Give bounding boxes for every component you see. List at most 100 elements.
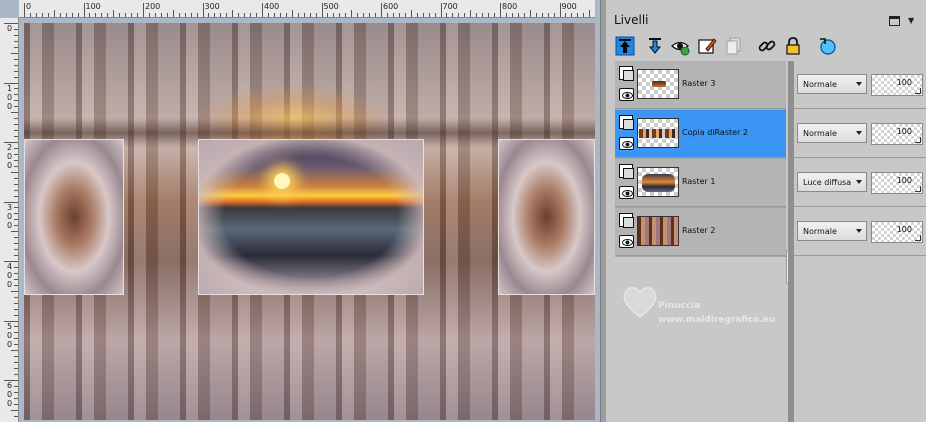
ruler-minor-tick bbox=[89, 13, 91, 17]
refresh-icon[interactable] bbox=[817, 36, 837, 56]
ruler-label: 0 bbox=[7, 280, 13, 289]
panel-titlebar: Livelli ▼ bbox=[606, 10, 926, 32]
ruler-minor-tick bbox=[285, 13, 287, 17]
ruler-minor-tick bbox=[113, 10, 115, 17]
layer-group-icon[interactable] bbox=[619, 115, 634, 130]
eye-icon[interactable] bbox=[619, 137, 634, 150]
ruler-label: 5 bbox=[7, 321, 13, 331]
image-canvas[interactable] bbox=[24, 23, 595, 420]
ruler-label: 3 bbox=[7, 202, 13, 212]
ruler-label: 2 bbox=[7, 143, 13, 152]
eye-icon[interactable] bbox=[619, 186, 634, 199]
ruler-minor-tick bbox=[565, 13, 567, 17]
ruler-minor-tick bbox=[529, 10, 531, 17]
ruler-minor-tick bbox=[256, 13, 258, 17]
ruler-minor-tick bbox=[14, 189, 18, 191]
opacity-field[interactable]: 100 bbox=[871, 123, 923, 145]
ruler-minor-tick bbox=[410, 10, 412, 17]
ruler-minor-tick bbox=[95, 13, 97, 17]
ruler-minor-tick bbox=[14, 385, 18, 387]
ruler-minor-tick bbox=[14, 249, 18, 251]
blend-mode-value: Normale bbox=[803, 227, 837, 236]
layers-panel: Livelli ▼ Raster 3 Copia diRaster 2 Rast… bbox=[606, 0, 926, 422]
layer-group-icon[interactable] bbox=[619, 66, 634, 81]
ruler-minor-tick bbox=[35, 13, 37, 17]
ruler-minor-tick bbox=[327, 13, 329, 17]
opacity-value: 100 bbox=[896, 225, 912, 234]
ruler-minor-tick bbox=[297, 13, 299, 17]
ruler-minor-tick bbox=[11, 290, 18, 292]
copy-layer-icon[interactable] bbox=[724, 36, 744, 56]
blend-mode-select[interactable]: Luce diffusa bbox=[797, 172, 867, 192]
ruler-minor-tick bbox=[53, 10, 55, 17]
ruler-minor-tick bbox=[494, 13, 496, 17]
ruler-minor-tick bbox=[14, 28, 18, 30]
ruler-minor-tick bbox=[14, 46, 18, 48]
ruler-minor-tick bbox=[11, 409, 18, 411]
ruler-minor-tick bbox=[422, 13, 424, 17]
layer-group-icon[interactable] bbox=[619, 213, 634, 228]
eye-icon[interactable] bbox=[619, 235, 634, 248]
ruler-minor-tick bbox=[476, 13, 478, 17]
lock-icon[interactable] bbox=[783, 36, 803, 56]
blend-mode-select[interactable]: Normale bbox=[797, 123, 867, 143]
restore-button[interactable] bbox=[889, 16, 900, 26]
ruler-minor-tick bbox=[511, 13, 513, 17]
ruler-minor-tick bbox=[345, 13, 347, 17]
ruler-minor-tick bbox=[14, 207, 18, 209]
ruler-minor-tick bbox=[232, 10, 234, 17]
ruler-minor-tick bbox=[160, 13, 162, 17]
layer-properties-column: Normale 100 Normale 100 Luce diffusa 100… bbox=[794, 61, 926, 257]
layer-row-raster-1[interactable]: Raster 1 bbox=[615, 159, 786, 207]
ruler-minor-tick bbox=[125, 13, 127, 17]
layer-group-icon[interactable] bbox=[619, 164, 634, 179]
ruler-minor-tick bbox=[571, 13, 573, 17]
layer-row-raster-3[interactable]: Raster 3 bbox=[615, 61, 786, 109]
ruler-minor-tick bbox=[71, 13, 73, 17]
ruler-minor-tick bbox=[14, 100, 18, 102]
layer-name: Raster 1 bbox=[682, 177, 716, 186]
heart-logo-icon bbox=[623, 287, 657, 318]
layers-list: Raster 3 Copia diRaster 2 Raster 1 Raste… bbox=[615, 61, 786, 257]
ruler-minor-tick bbox=[583, 13, 585, 17]
ruler-label: 600 bbox=[383, 2, 399, 11]
ruler-minor-tick bbox=[14, 415, 18, 417]
ruler-label: 800 bbox=[502, 2, 518, 11]
ruler-minor-tick bbox=[535, 13, 537, 17]
layer-properties-row: Normale 100 bbox=[794, 208, 926, 256]
new-layer-down-icon[interactable] bbox=[645, 36, 665, 56]
opacity-field[interactable]: 100 bbox=[871, 221, 923, 243]
ruler-minor-tick bbox=[375, 13, 377, 17]
link-icon[interactable] bbox=[757, 36, 777, 56]
ruler-minor-tick bbox=[351, 10, 353, 17]
eye-icon[interactable] bbox=[619, 88, 634, 101]
panel-menu-arrow-icon[interactable]: ▼ bbox=[908, 17, 918, 25]
ruler-minor-tick bbox=[517, 13, 519, 17]
ruler-label: 0 bbox=[7, 101, 13, 111]
layer-row-raster-2[interactable]: Raster 2 bbox=[615, 208, 786, 256]
ruler-label: 0 bbox=[7, 399, 13, 408]
ruler-minor-tick bbox=[14, 159, 18, 161]
ruler-minor-tick bbox=[172, 10, 174, 17]
layer-row-copia-di-raster-2[interactable]: Copia diRaster 2 bbox=[615, 110, 786, 158]
ruler-minor-tick bbox=[333, 13, 335, 17]
opacity-field[interactable]: 100 bbox=[871, 172, 923, 194]
blend-mode-select[interactable]: Normale bbox=[797, 221, 867, 241]
ruler-minor-tick bbox=[14, 374, 18, 376]
ruler-minor-tick bbox=[369, 13, 371, 17]
canvas-area[interactable]: 0 100 200 300 400 500 600 700 800 900 01002003004… bbox=[0, 0, 600, 422]
blend-mode-select[interactable]: Normale bbox=[797, 74, 867, 94]
opacity-field[interactable]: 100 bbox=[871, 74, 923, 96]
ruler-minor-tick bbox=[14, 397, 18, 399]
opacity-value: 100 bbox=[896, 127, 912, 136]
ruler-minor-tick bbox=[458, 13, 460, 17]
ruler-minor-tick bbox=[14, 272, 18, 274]
visibility-toggle-icon[interactable] bbox=[670, 36, 690, 56]
ruler-minor-tick bbox=[11, 231, 18, 233]
layer-thumbnail bbox=[637, 118, 679, 148]
new-layer-up-icon[interactable] bbox=[615, 36, 635, 56]
ruler-major-tick bbox=[24, 3, 25, 17]
ruler-minor-tick bbox=[14, 64, 18, 66]
edit-layer-icon[interactable] bbox=[697, 36, 717, 56]
ruler-minor-tick bbox=[47, 13, 49, 17]
